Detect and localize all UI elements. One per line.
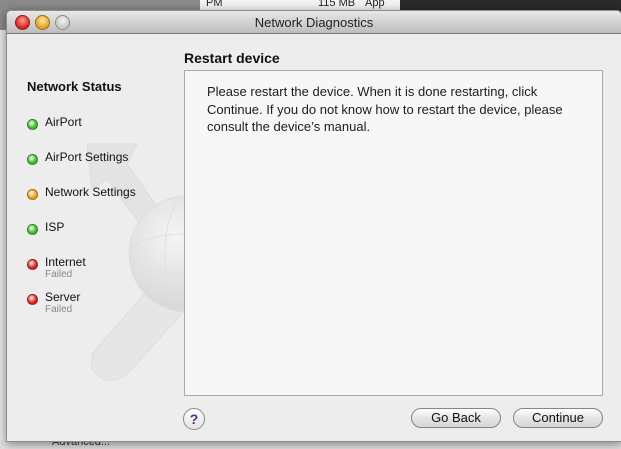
background-text: PM	[206, 0, 223, 9]
page-title: Restart device	[184, 50, 280, 66]
status-dot-icon	[27, 119, 38, 130]
sidebar-item-label: Server	[45, 290, 81, 304]
sidebar-item-status: Failed	[45, 304, 73, 315]
window-title: Network Diagnostics	[254, 15, 374, 30]
status-dot-icon	[27, 259, 38, 270]
sidebar-item-label: ISP	[45, 220, 65, 234]
status-dot-icon	[27, 189, 38, 200]
title-bar[interactable]: Network Diagnostics	[7, 11, 621, 34]
help-button[interactable]: ?	[183, 408, 205, 430]
sidebar-item-label: Network Settings	[45, 185, 136, 199]
status-dot-icon	[27, 294, 38, 305]
status-dot-icon	[27, 224, 38, 235]
sidebar-item-label: Internet	[45, 255, 86, 269]
sidebar-item-label: AirPort Settings	[45, 150, 129, 164]
network-status-sidebar: Network Status AirPort AirPort Settings …	[7, 34, 303, 441]
network-diagnostics-window: Network Diagnostics Network Status AirPo…	[6, 10, 621, 442]
sidebar-item-label: AirPort	[45, 115, 82, 129]
instruction-text: Please restart the device. When it is do…	[207, 84, 563, 134]
message-panel: Please restart the device. When it is do…	[184, 70, 603, 396]
status-dot-icon	[27, 154, 38, 165]
go-back-button[interactable]: Go Back	[411, 408, 501, 428]
continue-button[interactable]: Continue	[513, 408, 603, 428]
network-status-heading: Network Status	[27, 79, 122, 94]
background-text: App	[365, 0, 385, 9]
sidebar-item-status: Failed	[45, 269, 73, 280]
background-text: 115 MB	[318, 0, 356, 9]
